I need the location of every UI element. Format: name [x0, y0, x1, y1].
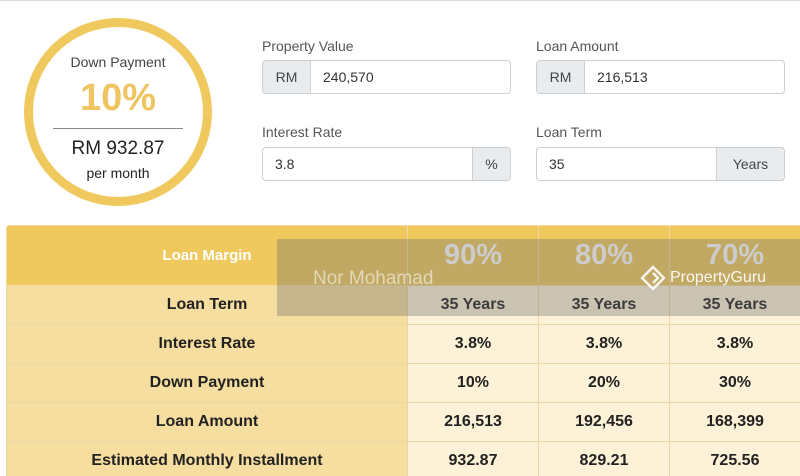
top-divider [0, 0, 800, 1]
property-value-prefix: RM [263, 61, 311, 93]
table-row-loan-amount: Loan Amount 216,513 192,456 168,399 [6, 402, 800, 442]
interest-rate-field: % [262, 147, 511, 181]
table-row-loan-term: Loan Term 35 Years 35 Years 35 Years [6, 285, 800, 325]
table-cell: 35 Years [538, 285, 670, 325]
interest-rate-input[interactable] [263, 148, 472, 180]
down-payment-label: Down Payment [70, 54, 166, 70]
down-payment-summary: Down Payment 10% RM 932.87 per month [24, 18, 212, 206]
table-cell: 168,399 [669, 402, 800, 442]
property-value-label: Property Value [262, 38, 354, 54]
summary-divider [53, 128, 183, 129]
interest-rate-suffix: % [472, 148, 510, 180]
table-cell: 932.87 [407, 441, 539, 476]
loan-term-field: Years [536, 147, 785, 181]
row-label: Loan Term [6, 285, 408, 325]
monthly-payment: RM 932.87 [71, 138, 165, 159]
table-cell: 10% [407, 363, 539, 403]
margin-column-90: 90% [407, 225, 539, 286]
loan-margin-header: Loan Margin [6, 225, 408, 286]
loan-term-label: Loan Term [536, 124, 602, 140]
table-cell: 216,513 [407, 402, 539, 442]
table-cell: 20% [538, 363, 670, 403]
per-month-label: per month [86, 165, 150, 181]
table-cell: 3.8% [538, 324, 670, 364]
interest-rate-label: Interest Rate [262, 124, 343, 140]
loan-term-suffix: Years [716, 148, 784, 180]
table-row-interest-rate: Interest Rate 3.8% 3.8% 3.8% [6, 324, 800, 364]
table-cell: 35 Years [669, 285, 800, 325]
table-cell: 192,456 [538, 402, 670, 442]
row-label: Loan Amount [6, 402, 408, 442]
table-cell: 30% [669, 363, 800, 403]
table-cell: 829.21 [538, 441, 670, 476]
loan-amount-field: RM [536, 60, 785, 94]
margin-column-70: 70% [669, 225, 800, 286]
loan-term-input[interactable] [537, 148, 716, 180]
table-header-row: Loan Margin 90% 80% 70% [6, 225, 800, 286]
property-value-field: RM [262, 60, 511, 94]
property-value-input[interactable] [311, 61, 510, 93]
row-label: Estimated Monthly Installment [6, 441, 408, 476]
table-cell: 3.8% [669, 324, 800, 364]
loan-amount-prefix: RM [537, 61, 585, 93]
table-row-down-payment: Down Payment 10% 20% 30% [6, 363, 800, 403]
table-cell: 3.8% [407, 324, 539, 364]
loan-amount-label: Loan Amount [536, 38, 619, 54]
margin-column-80: 80% [538, 225, 670, 286]
row-label: Interest Rate [6, 324, 408, 364]
loan-amount-input[interactable] [585, 61, 784, 93]
loan-margin-table: Loan Margin 90% 80% 70% Loan Term 35 Yea… [6, 225, 800, 476]
table-cell: 725.56 [669, 441, 800, 476]
down-payment-percent: 10% [79, 77, 157, 119]
row-label: Down Payment [6, 363, 408, 403]
table-cell: 35 Years [407, 285, 539, 325]
table-row-monthly-installment: Estimated Monthly Installment 932.87 829… [6, 441, 800, 476]
